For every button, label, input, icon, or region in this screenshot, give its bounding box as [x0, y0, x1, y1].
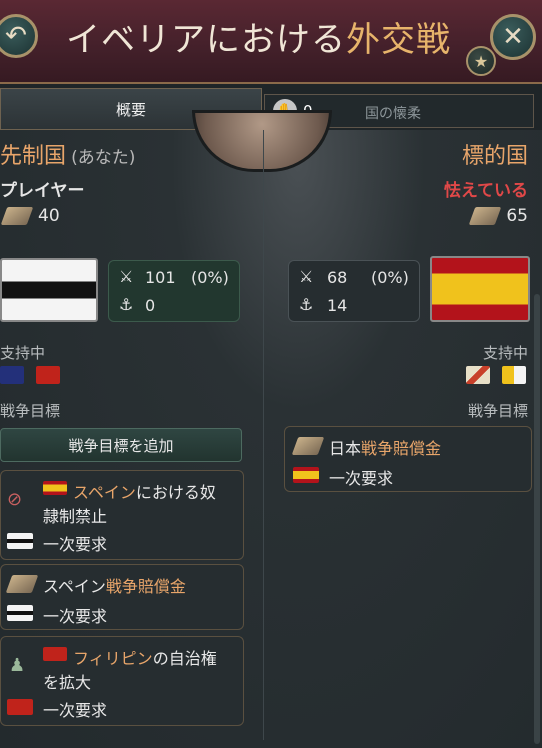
aggressor-heading: 先制国 (あなた) — [0, 138, 135, 170]
scrollbar[interactable] — [534, 294, 540, 744]
tab-appeasement-label: 国の懐柔 — [365, 106, 421, 122]
wargoal-demand: 一次要求 — [43, 701, 108, 720]
wargoal-card[interactable]: ♟ フィリピンの自治権 を拡大 一次要求 — [0, 636, 244, 726]
wargoal-title: スペインにおける奴 — [73, 483, 216, 502]
star-icon[interactable]: ★ — [466, 46, 496, 76]
aggressor-stat: 40 — [0, 206, 60, 226]
wargoal-card[interactable]: 日本戦争賠償金 一次要求 — [284, 426, 532, 492]
close-icon[interactable]: ✕ — [490, 14, 536, 60]
aggressor-label: 先制国 — [0, 144, 67, 169]
add-wargoal-label: 戦争目標を追加 — [68, 436, 174, 455]
navy-icon: ⚓ — [299, 295, 314, 314]
target-flag[interactable] — [430, 256, 530, 322]
wargoal-demand: 一次要求 — [329, 469, 394, 488]
title-text: イベリアにおける — [66, 20, 346, 60]
philippines-flag-icon — [43, 647, 67, 661]
supporter-flag-icon — [7, 699, 33, 715]
wargoal-demand: 一次要求 — [43, 535, 108, 554]
wargoal-card[interactable]: スペイン戦争賠償金 一次要求 — [0, 564, 244, 630]
target-status: 怯えている — [443, 181, 528, 201]
column-divider — [263, 130, 264, 740]
target-stat: 65 — [469, 206, 528, 226]
wargoal-title: 日本戦争賠償金 — [329, 439, 442, 458]
wargoal-title-line2: を拡大 — [43, 673, 92, 692]
reparations-icon — [291, 437, 325, 455]
prussia-flag-icon — [7, 533, 33, 549]
spain-flag-icon — [43, 481, 67, 495]
target-supporters-label: 支持中 — [482, 344, 528, 362]
aggressor-army-pct: (0%) — [191, 268, 229, 287]
army-icon: ⚔ — [119, 267, 134, 286]
aggressor-army: 101 — [145, 268, 176, 287]
header-bar: ↶ イベリアにおける外交戦 ✕ ★ — [0, 0, 542, 84]
uk-flag-icon[interactable] — [0, 366, 24, 384]
target-forces: ⚔ 68 (0%) ⚓ 14 — [288, 260, 420, 322]
target-army-pct: (0%) — [371, 268, 409, 287]
wargoal-title-line2: 隷制禁止 — [43, 507, 108, 526]
aggressor-flag[interactable] — [0, 258, 98, 322]
wargoal-title: スペイン戦争賠償金 — [43, 577, 186, 596]
overview-panel: 先制国 (あなた) プレイヤー 40 ⚔ 101 (0%) ⚓ 0 支持中 戦争… — [0, 110, 542, 748]
target-wargoals-label: 戦争目標 — [467, 402, 528, 420]
target-stat-value: 65 — [506, 206, 528, 226]
undo-arrow-icon[interactable]: ↶ — [0, 14, 38, 58]
gold-bar-icon — [469, 207, 502, 225]
aggressor-wargoals-label: 戦争目標 — [0, 402, 61, 420]
handshake-emblem — [192, 110, 332, 172]
ban-slavery-icon: ⊘ — [7, 489, 23, 510]
aggressor-stat-value: 40 — [38, 206, 60, 226]
autonomy-icon: ♟ — [9, 655, 26, 676]
aggressor-navy: 0 — [145, 296, 156, 315]
add-wargoal-button[interactable]: 戦争目標を追加 — [0, 428, 242, 462]
burgundy-flag-icon[interactable] — [466, 366, 490, 384]
wargoal-card[interactable]: ⊘ スペインにおける奴 隷制禁止 一次要求 — [0, 470, 244, 560]
supporter-flag-icon[interactable] — [36, 366, 60, 384]
target-label: 標的国 — [461, 144, 528, 169]
aggressor-supporters-label: 支持中 — [0, 344, 46, 362]
wargoal-title: フィリピンの自治権 — [73, 649, 217, 668]
vatican-flag-icon[interactable] — [502, 366, 526, 384]
player-label: プレイヤー — [0, 181, 85, 201]
prussia-flag-icon — [7, 605, 33, 621]
gold-bar-icon — [0, 207, 34, 225]
navy-icon: ⚓ — [119, 295, 134, 314]
wargoal-demand: 一次要求 — [43, 607, 108, 626]
aggressor-forces: ⚔ 101 (0%) ⚓ 0 — [108, 260, 240, 322]
tab-overview-label: 概要 — [115, 100, 146, 119]
spain-flag-icon — [293, 467, 319, 483]
reparations-icon — [5, 575, 39, 593]
target-army: 68 — [327, 268, 348, 287]
target-navy: 14 — [327, 296, 348, 315]
army-icon: ⚔ — [299, 267, 314, 286]
title-highlight: 外交戦 — [346, 20, 451, 60]
aggressor-note: (あなた) — [71, 148, 136, 168]
page-title: イベリアにおける外交戦 — [66, 12, 451, 61]
